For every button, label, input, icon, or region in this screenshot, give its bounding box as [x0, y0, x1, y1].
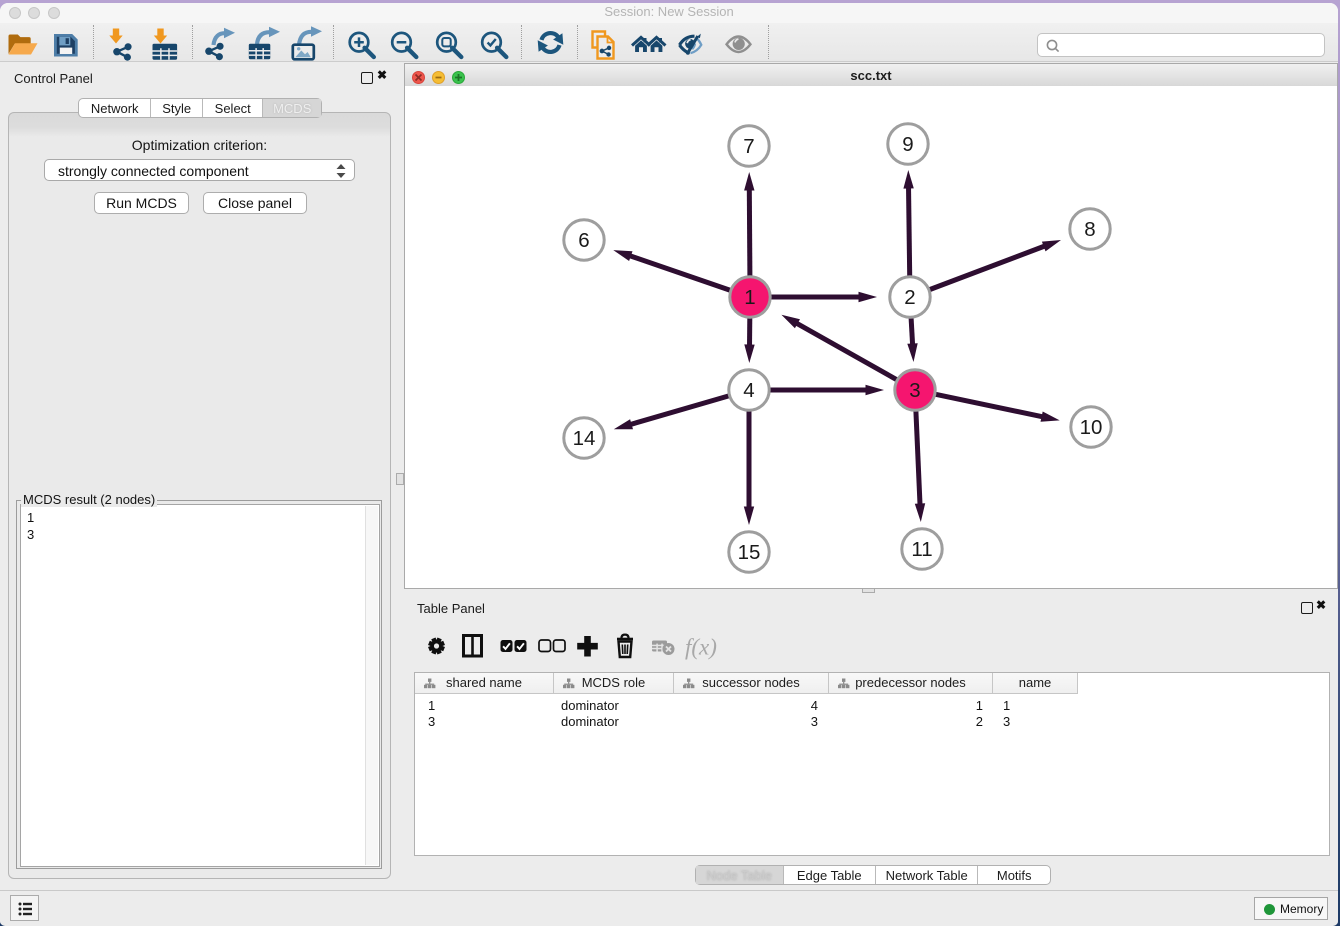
svg-text:9: 9	[902, 133, 913, 156]
svg-text:11: 11	[911, 538, 932, 561]
svg-text:14: 14	[573, 427, 596, 450]
svg-text:15: 15	[738, 541, 761, 564]
svg-text:f(x): f(x)	[685, 635, 717, 660]
svg-text:4: 4	[743, 379, 754, 402]
svg-text:7: 7	[743, 135, 754, 158]
svg-text:8: 8	[1084, 218, 1095, 241]
svg-text:6: 6	[578, 229, 589, 252]
svg-text:2: 2	[904, 286, 915, 309]
svg-text:10: 10	[1080, 416, 1103, 439]
svg-text:1: 1	[744, 286, 755, 309]
svg-text:3: 3	[909, 379, 920, 402]
